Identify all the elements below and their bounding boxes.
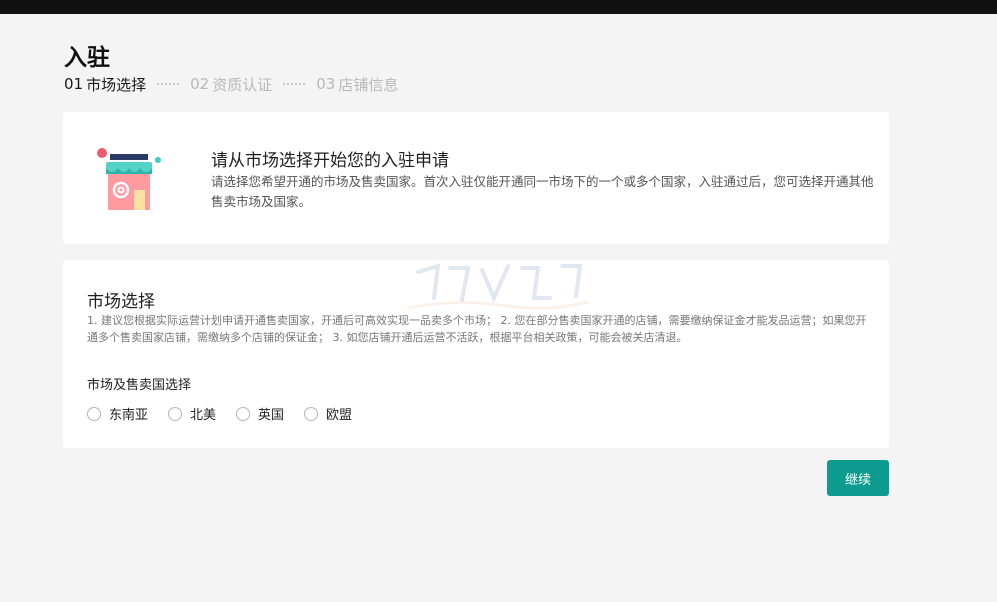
radio-label[interactable]: 北美	[190, 404, 216, 423]
radio-circle[interactable]	[236, 406, 251, 421]
radio-option-southeast-asia[interactable]: 东南亚	[87, 404, 148, 423]
step-indicator: 01 市场选择 02 资质认证 03 店铺信息	[64, 74, 398, 94]
step-label: 市场选择	[86, 75, 147, 94]
top-bar	[0, 0, 997, 14]
radio-label[interactable]: 欧盟	[326, 404, 352, 423]
step-number: 02	[190, 75, 210, 93]
radio-option-eu[interactable]: 欧盟	[304, 404, 352, 423]
step-market-selection: 01 市场选择	[64, 74, 146, 95]
page-title: 入驻	[64, 45, 110, 71]
market-field-label: 市场及售卖国选择	[87, 378, 192, 393]
section-title: 市场选择	[87, 292, 155, 312]
radio-circle[interactable]	[87, 406, 101, 421]
storefront-icon	[97, 148, 161, 210]
radio-circle[interactable]	[304, 406, 319, 421]
step-number: 01	[64, 75, 84, 93]
step-separator	[157, 83, 180, 85]
intro-card: 请从市场选择开始您的入驻申请 请选择您希望开通的市场及售卖国家。首次入驻仅能开通…	[63, 112, 889, 244]
continue-button[interactable]: 继续	[827, 460, 889, 496]
market-selection-card: 市场选择 1. 建议您根据实际运营计划申请开通售卖国家，开通后可高效实现一品卖多…	[63, 260, 889, 448]
market-radio-group: 东南亚 北美 英国 欧盟	[87, 404, 372, 423]
radio-label[interactable]: 东南亚	[109, 404, 148, 423]
step-store-info: 03 店铺信息	[316, 74, 398, 95]
step-separator	[283, 83, 306, 85]
radio-circle[interactable]	[168, 406, 183, 421]
step-number: 03	[316, 75, 336, 93]
step-label: 店铺信息	[338, 75, 399, 94]
step-label: 资质认证	[212, 75, 273, 94]
intro-description: 请选择您希望开通的市场及售卖国家。首次入驻仅能开通同一市场下的一个或多个国家，入…	[211, 174, 874, 209]
market-rules-text: 1. 建议您根据实际运营计划申请开通售卖国家，开通后可高效实现一品卖多个市场； …	[87, 314, 867, 344]
radio-option-north-america[interactable]: 北美	[168, 404, 216, 423]
radio-option-uk[interactable]: 英国	[236, 404, 284, 423]
radio-label[interactable]: 英国	[258, 404, 284, 423]
intro-title: 请从市场选择开始您的入驻申请	[211, 151, 449, 171]
step-qualification: 02 资质认证	[190, 74, 272, 95]
